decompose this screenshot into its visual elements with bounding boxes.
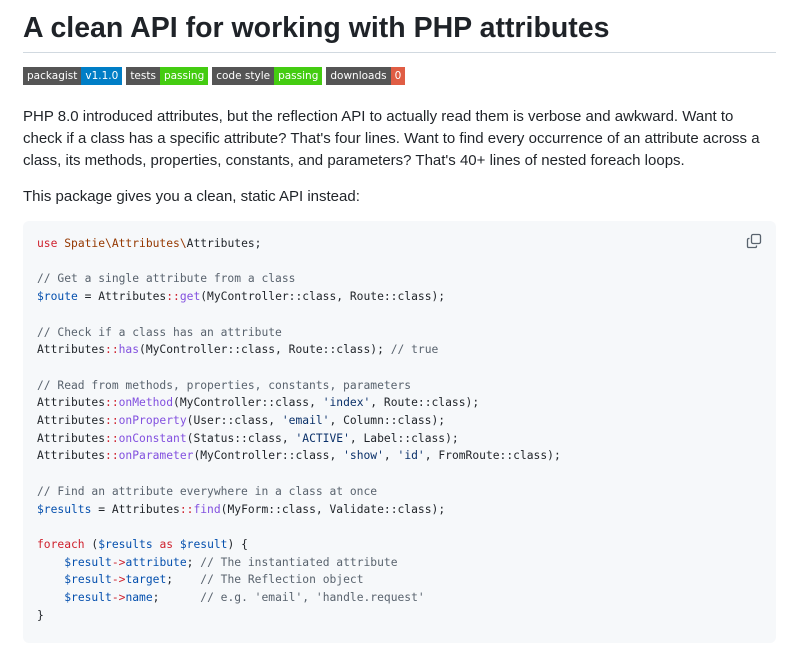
badge-value: passing xyxy=(274,67,323,85)
badge-label: tests xyxy=(126,67,160,85)
badge-packagist[interactable]: packagist v1.1.0 xyxy=(23,67,123,85)
code-line: Attributes::has(MyController::class, Rou… xyxy=(37,343,439,357)
code-line: Attributes::onConstant(Status::class, 'A… xyxy=(37,431,459,445)
code-line: Attributes::onMethod(MyController::class… xyxy=(37,396,480,410)
copy-icon[interactable] xyxy=(746,233,762,249)
code-line: $route = Attributes::get(MyController::c… xyxy=(37,290,446,304)
code-line: } xyxy=(37,608,44,622)
code-line: use Spatie\Attributes\Attributes; xyxy=(37,237,262,250)
code-line: // Get a single attribute from a class xyxy=(37,272,296,286)
code-line: Attributes::onParameter(MyController::cl… xyxy=(37,449,561,463)
code-line: // Check if a class has an attribute xyxy=(37,325,282,339)
code-line: // Read from methods, properties, consta… xyxy=(37,378,412,392)
code-line: $result->name; // e.g. 'email', 'handle.… xyxy=(64,591,425,605)
title-divider xyxy=(23,52,776,53)
lead-paragraph: This package gives you a clean, static A… xyxy=(23,188,360,205)
code-line: // Find an attribute everywhere in a cla… xyxy=(37,484,378,498)
badge-label: code style xyxy=(212,67,275,85)
badge-code-style[interactable]: code style passing xyxy=(212,67,323,85)
code-block: use Spatie\Attributes\Attributes; // Get… xyxy=(23,221,776,643)
badge-downloads[interactable]: downloads 0 xyxy=(326,67,406,85)
page-title: A clean API for working with PHP attribu… xyxy=(23,12,610,44)
intro-paragraph: PHP 8.0 introduced attributes, but the r… xyxy=(23,108,760,169)
badge-label: packagist xyxy=(23,67,82,85)
badge-row: packagist v1.1.0 tests passing code styl… xyxy=(23,67,409,85)
badge-value: 0 xyxy=(390,67,406,85)
badge-tests[interactable]: tests passing xyxy=(126,67,209,85)
code-text[interactable]: use Spatie\Attributes\Attributes; // Get… xyxy=(37,235,561,624)
badge-label: downloads xyxy=(326,67,391,85)
code-line: $results = Attributes::find(MyForm::clas… xyxy=(37,502,446,516)
code-line: Attributes::onProperty(User::class, 'ema… xyxy=(37,414,446,428)
code-line: $result->attribute; // The instantiated … xyxy=(64,555,398,569)
code-line: $result->target; // The Reflection objec… xyxy=(64,573,364,587)
badge-value: v1.1.0 xyxy=(81,67,123,85)
badge-value: passing xyxy=(159,67,209,85)
code-line: foreach ($results as $result) { xyxy=(37,537,248,551)
